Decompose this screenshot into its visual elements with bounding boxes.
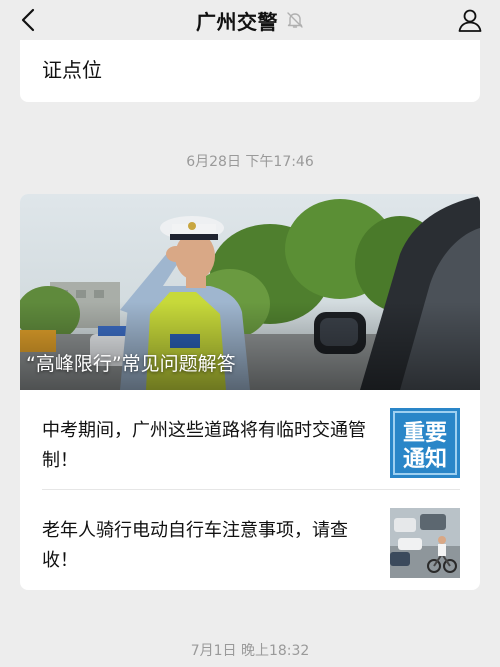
article-list-item[interactable]: 老年人骑行电动自行车注意事项，请查收！ [20, 490, 480, 588]
nav-title-group: 广州交警 [0, 0, 500, 40]
page-title: 广州交警 [196, 9, 278, 34]
previous-article-card[interactable]: 证点位 [20, 40, 480, 102]
notice-thumbnail: 重要 通知 [390, 408, 460, 478]
cover-article-title: “高峰限行”常见问题解答 [26, 353, 236, 375]
person-icon [458, 9, 482, 32]
article-item-title: 中考期间，广州这些道路将有临时交通管制！ [42, 420, 366, 471]
previous-article-title: 证点位 [42, 58, 102, 82]
message-timestamp: 6月28日 下午17:46 [186, 154, 314, 170]
article-item-title: 老年人骑行电动自行车注意事项，请查收！ [42, 520, 348, 571]
cover-article[interactable]: “高峰限行”常见问题解答 [20, 194, 480, 390]
ebike-thumbnail [390, 508, 460, 578]
article-list-item[interactable]: 中考期间，广州这些道路将有临时交通管制！ 重要 通知 [20, 390, 480, 488]
navigation-bar: 广州交警 [0, 0, 500, 40]
message-timestamp: 7月1日 晚上18:32 [190, 643, 310, 659]
bell-muted-icon [286, 11, 304, 29]
article-card: “高峰限行”常见问题解答 中考期间，广州这些道路将有临时交通管制！ 重要 通知 … [20, 194, 480, 590]
notice-thumbnail-line2: 通知 [403, 446, 447, 472]
notice-thumbnail-line1: 重要 [403, 421, 447, 446]
profile-button[interactable] [454, 4, 486, 36]
